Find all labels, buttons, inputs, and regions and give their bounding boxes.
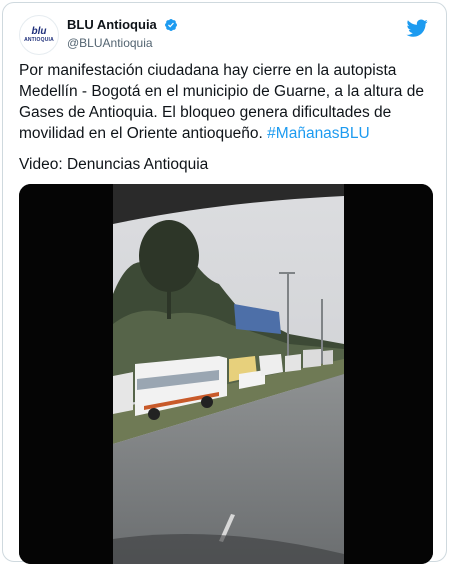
tweet-header: blu ANTIOQUIA BLU Antioquia @BLUAntioqui… [19,15,434,55]
display-name[interactable]: BLU Antioquia [67,17,157,32]
account-names: BLU Antioquia @BLUAntioquia [67,16,178,50]
tweet-text: Por manifestación ciudadana hay cierre e… [19,60,431,144]
video-source-line: Video: Denuncias Antioquia [19,156,209,173]
avatar[interactable]: blu ANTIOQUIA [19,15,59,55]
avatar-logo-text: blu [31,26,47,37]
video-frame [19,184,433,564]
twitter-bird-icon[interactable] [406,17,428,39]
account-handle[interactable]: @BLUAntioquia [67,36,178,50]
tweet-card[interactable]: blu ANTIOQUIA BLU Antioquia @BLUAntioqui… [2,2,447,564]
video-scene [113,184,344,564]
hashtag-link[interactable]: #MañanasBLU [267,125,370,142]
verified-badge-icon [165,18,178,31]
avatar-logo-subtext: ANTIOQUIA [24,37,54,43]
video-player[interactable] [19,184,433,564]
